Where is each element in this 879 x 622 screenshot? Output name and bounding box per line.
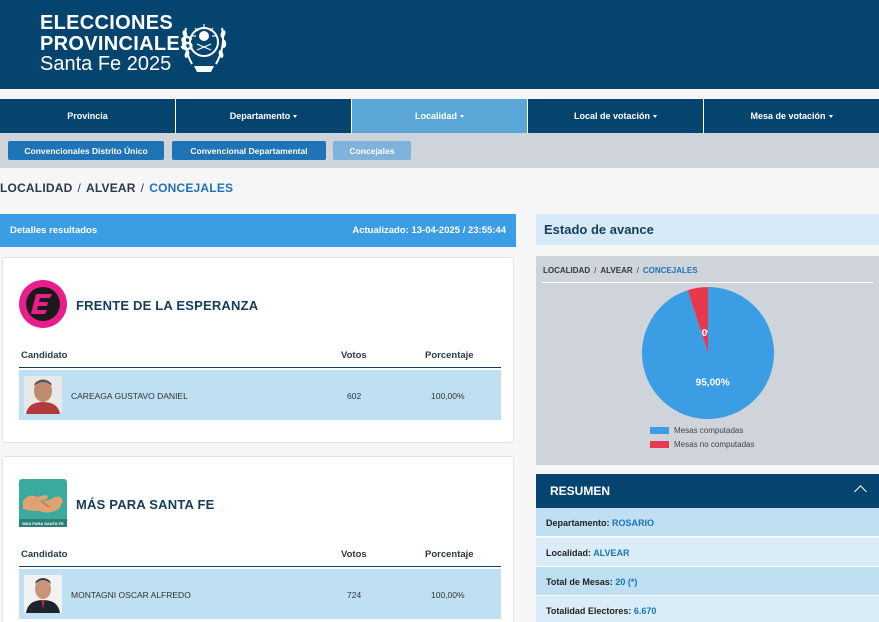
results-title: Detalles resultados (10, 225, 98, 236)
progress-title: Estado de avance (544, 222, 654, 237)
breadcrumb-item[interactable]: LOCALIDAD (0, 181, 72, 195)
column-candidato: Candidato (21, 350, 68, 361)
progress-header: Estado de avance (536, 214, 879, 245)
party-name: MÁS PARA SANTA FE (76, 497, 215, 512)
nav-local-votacion[interactable]: Local de votación (528, 99, 704, 133)
frente-esperanza-logo-icon (19, 280, 67, 328)
resumen-value: 20 (*) (615, 577, 638, 587)
legend-label-no-computadas: Mesas no computadas (674, 440, 755, 449)
chart-breadcrumb-item: ALVEAR (600, 266, 633, 275)
nav-local-votacion-label: Local de votación (573, 111, 651, 121)
resumen-value: ROSARIO (612, 518, 655, 528)
legend-swatch-no-computadas (650, 441, 669, 448)
nav-localidad[interactable]: Localidad (352, 99, 528, 133)
party-name: FRENTE DE LA ESPERANZA (76, 298, 259, 313)
main-nav: Provincia Departamento Localidad Local d… (0, 99, 879, 133)
resumen-title: RESUMEN (550, 484, 611, 498)
results-header: Detalles resultados Actualizado: 13-04-2… (0, 214, 516, 247)
nav-provincia[interactable]: Provincia (0, 99, 176, 133)
column-porcentaje: Porcentaje (425, 350, 474, 361)
table-row: CAREAGA GUSTAVO DANIEL 602 100,00% (19, 370, 501, 420)
nav-mesa-votacion[interactable]: Mesa de votación (704, 99, 879, 133)
avatar (24, 575, 62, 613)
breadcrumb-current: CONCEJALES (149, 181, 234, 195)
breadcrumb-separator: / (594, 266, 597, 275)
breadcrumb: LOCALIDAD / ALVEAR / CONCEJALES (0, 181, 233, 195)
pie-label-computadas: 95,00% (696, 377, 730, 388)
breadcrumb-separator: / (636, 266, 639, 275)
candidate-name: CAREAGA GUSTAVO DANIEL (71, 391, 188, 401)
resumen-row: Totalidad Electores: 6.670 (536, 596, 879, 622)
resumen-row: Localidad: ALVEAR (536, 538, 879, 567)
party-card: MÁS PARA SANTA FE MÁS PARA SANTA FE Cand… (2, 456, 514, 622)
resumen-label: Localidad: ALVEAR (546, 548, 630, 558)
caret-down-icon (653, 114, 658, 118)
category-nav: Convencionales Distrito Único Convencion… (0, 133, 879, 168)
table-header: Candidato Votos Porcentaje (19, 547, 501, 567)
resumen-label: Totalidad Electores: 6.670 (546, 606, 656, 616)
nav-departamento-label: Departamento (229, 111, 291, 121)
chart-breadcrumb-current: CONCEJALES (642, 266, 698, 275)
avatar (24, 376, 62, 414)
resumen-label-text: Totalidad Electores: (546, 606, 632, 616)
candidate-votes: 602 (347, 391, 362, 401)
tab-convencionales-distrito-unico[interactable]: Convencionales Distrito Único (8, 141, 164, 160)
resumen-label-text: Localidad: (546, 548, 592, 558)
breadcrumb-item[interactable]: ALVEAR (86, 181, 136, 195)
header-title-line1: ELECCIONES (40, 12, 174, 34)
table-header: Candidato Votos Porcentaje (19, 348, 501, 368)
candidate-photo-icon (24, 575, 62, 613)
column-votos: Votos (341, 549, 367, 560)
nav-provincia-label: Provincia (67, 111, 108, 121)
tab-convencional-departamental[interactable]: Convencional Departamental (172, 141, 326, 160)
pie-slice-computadas[interactable] (642, 287, 774, 419)
caret-down-icon (828, 114, 833, 118)
breadcrumb-separator: / (77, 181, 82, 195)
candidate-votes: 724 (347, 590, 362, 600)
header-subtitle: Santa Fe 2025 (40, 53, 172, 75)
caret-down-icon (293, 114, 298, 118)
resumen-row: Total de Mesas: 20 (*) (536, 567, 879, 596)
site-header: ELECCIONES PROVINCIALES Santa Fe 2025 (0, 0, 879, 89)
resumen-label: Departamento: ROSARIO (546, 518, 654, 528)
resumen-label-text: Total de Mesas: (546, 577, 613, 587)
candidate-percent: 100,00% (431, 391, 465, 401)
resumen-value: ALVEAR (593, 548, 630, 558)
breadcrumb-separator: / (140, 181, 145, 195)
progress-chart-panel: LOCALIDAD / ALVEAR / CONCEJALES 5,00% 95,00% … (536, 256, 879, 465)
resumen-label: Total de Mesas: 20 (*) (546, 577, 637, 587)
resumen-value: 6.670 (633, 606, 657, 616)
column-candidato: Candidato (21, 549, 68, 560)
table-row: MONTAGNI OSCAR ALFREDO 724 100,00% (19, 569, 501, 619)
chart-breadcrumb: LOCALIDAD / ALVEAR / CONCEJALES (543, 266, 698, 275)
candidate-name: MONTAGNI OSCAR ALFREDO (71, 590, 191, 600)
nav-localidad-label: Localidad (414, 111, 457, 121)
caret-down-icon (460, 114, 464, 118)
column-votos: Votos (341, 350, 367, 361)
candidate-percent: 100,00% (431, 590, 465, 600)
legend-swatch-computadas (650, 427, 669, 434)
chart-breadcrumb-item: LOCALIDAD (543, 266, 591, 275)
nav-departamento[interactable]: Departamento (176, 99, 352, 133)
party-card: FRENTE DE LA ESPERANZA Candidato Votos P… (2, 257, 514, 443)
resumen-row: Departamento: ROSARIO (536, 508, 879, 537)
candidate-photo-icon (24, 376, 62, 414)
legend-label-computadas: Mesas computadas (674, 426, 744, 435)
tab-concejales[interactable]: Concejales (333, 141, 411, 160)
mas-para-santa-fe-logo-icon: MÁS PARA SANTA FE (19, 479, 67, 527)
resumen-header[interactable]: RESUMEN (536, 474, 879, 508)
results-updated: Actualizado: 13-04-2025 / 23:55:44 (352, 225, 506, 236)
chevron-up-icon[interactable] (854, 485, 867, 498)
santa-fe-seal-icon (181, 24, 227, 72)
column-porcentaje: Porcentaje (425, 549, 474, 560)
logo-text: MÁS PARA SANTA FE (22, 521, 64, 526)
nav-mesa-votacion-label: Mesa de votación (750, 111, 826, 121)
resumen-label-text: Departamento: (546, 518, 610, 528)
